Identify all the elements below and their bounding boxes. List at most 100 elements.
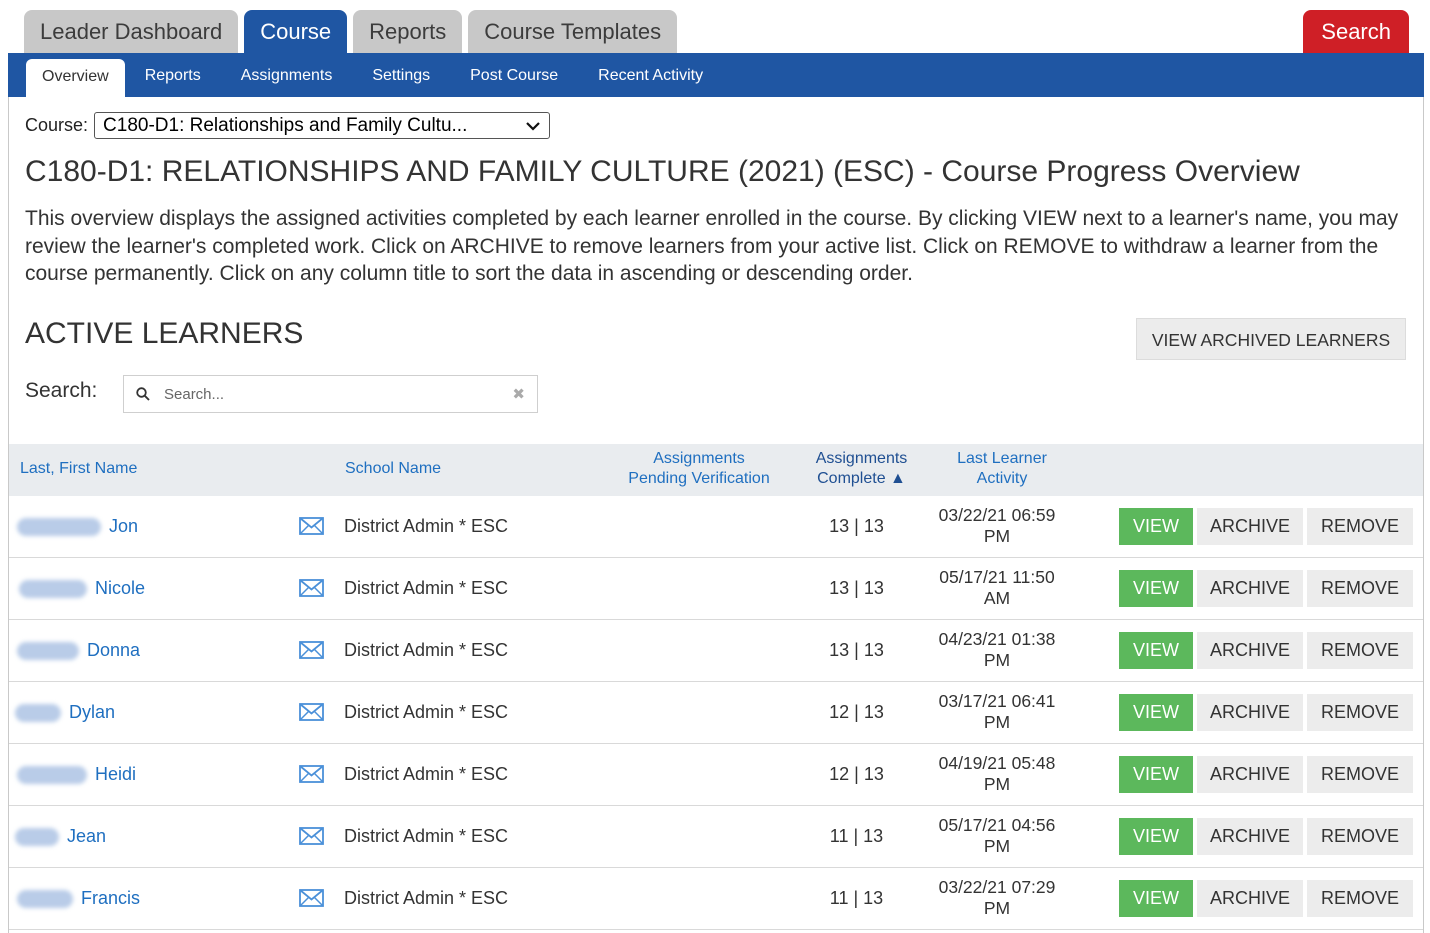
learner-first-name: Nicole: [95, 578, 146, 598]
search-placeholder: Search...: [164, 385, 225, 403]
school-name: District Admin * ESC: [344, 826, 509, 846]
last-activity: 03/22/21 07:29 PM: [938, 877, 1056, 918]
table-row: Nicole District Admin * ESC 13 | 13 05/1…: [9, 558, 1423, 620]
last-activity: 03/17/21 06:41 PM: [938, 691, 1056, 732]
course-label: Course:: [25, 115, 89, 135]
column-pending-line2: Pending Verification: [628, 470, 770, 487]
view-button[interactable]: VIEW: [1119, 694, 1193, 731]
remove-button[interactable]: REMOVE: [1307, 508, 1413, 545]
learner-name-link[interactable]: Jon: [17, 496, 138, 557]
course-selector-row: Course: C180-D1: Relationships and Famil…: [25, 112, 551, 139]
last-activity: 04/23/21 01:38 PM: [938, 629, 1056, 670]
search-tab-button[interactable]: Search: [1303, 10, 1409, 54]
assignments-complete: 13 | 13: [829, 578, 884, 598]
school-name: District Admin * ESC: [344, 516, 509, 536]
column-complete[interactable]: Assignments Complete ▲: [799, 449, 924, 489]
archive-button[interactable]: ARCHIVE: [1197, 508, 1303, 545]
view-button[interactable]: VIEW: [1119, 632, 1193, 669]
mail-icon[interactable]: [299, 826, 324, 846]
view-button[interactable]: VIEW: [1119, 880, 1193, 917]
mail-icon[interactable]: [299, 702, 324, 722]
archive-button[interactable]: ARCHIVE: [1197, 570, 1303, 607]
tab-leader-dashboard[interactable]: Leader Dashboard: [24, 10, 239, 54]
mail-icon[interactable]: [299, 888, 324, 908]
table-row: Heidi District Admin * ESC 12 | 13 04/19…: [9, 744, 1423, 806]
chevron-down-icon: [526, 121, 540, 131]
learner-name-link[interactable]: Dylan: [15, 682, 115, 743]
column-school[interactable]: School Name: [345, 459, 441, 479]
tab-course[interactable]: Course: [244, 10, 348, 54]
table-header: Last, First Name School Name Assignments…: [9, 444, 1423, 496]
archive-button[interactable]: ARCHIVE: [1197, 880, 1303, 917]
table-row: Jon District Admin * ESC 13 | 13 03/22/2…: [9, 496, 1423, 558]
learner-name-link[interactable]: Francis: [17, 868, 140, 929]
course-select[interactable]: C180-D1: Relationships and Family Cultu.…: [94, 112, 551, 139]
column-activity-line1: Last Learner: [957, 450, 1047, 467]
search-icon: [136, 387, 150, 401]
archive-button[interactable]: ARCHIVE: [1197, 818, 1303, 855]
remove-button[interactable]: REMOVE: [1307, 756, 1413, 793]
last-activity: 04/19/21 05:48 PM: [938, 753, 1056, 794]
school-name: District Admin * ESC: [344, 764, 509, 784]
archive-button[interactable]: ARCHIVE: [1197, 694, 1303, 731]
subtab-reports[interactable]: Reports: [125, 59, 221, 93]
column-activity-line2: Activity: [976, 470, 1028, 487]
mail-icon[interactable]: [299, 764, 324, 784]
school-name: District Admin * ESC: [344, 888, 509, 908]
learner-first-name: Donna: [87, 640, 141, 660]
learner-name-link[interactable]: Jean: [15, 806, 106, 867]
clear-icon[interactable]: ✖: [512, 385, 525, 403]
subtab-overview[interactable]: Overview: [26, 59, 125, 97]
tab-course-templates[interactable]: Course Templates: [468, 10, 678, 54]
column-activity[interactable]: Last Learner Activity: [934, 449, 1070, 489]
assignments-complete: 12 | 13: [829, 702, 884, 722]
archive-button[interactable]: ARCHIVE: [1197, 756, 1303, 793]
subtab-assignments[interactable]: Assignments: [221, 59, 353, 93]
learner-first-name: Jon: [109, 516, 139, 536]
learner-name-link[interactable]: Donna: [17, 620, 140, 681]
remove-button[interactable]: REMOVE: [1307, 632, 1413, 669]
learner-first-name: Francis: [81, 888, 141, 908]
last-activity: 05/17/21 04:56 PM: [938, 815, 1056, 856]
school-name: District Admin * ESC: [344, 702, 509, 722]
subtab-settings[interactable]: Settings: [352, 59, 450, 93]
assignments-complete: 13 | 13: [829, 640, 884, 660]
school-name: District Admin * ESC: [344, 640, 509, 660]
tab-reports[interactable]: Reports: [353, 10, 463, 54]
page-title: C180-D1: RELATIONSHIPS AND FAMILY CULTUR…: [25, 155, 1300, 188]
search-label: Search:: [25, 379, 98, 402]
remove-button[interactable]: REMOVE: [1307, 570, 1413, 607]
learner-first-name: Heidi: [95, 764, 137, 784]
archive-button[interactable]: ARCHIVE: [1197, 632, 1303, 669]
view-button[interactable]: VIEW: [1119, 508, 1193, 545]
mail-icon[interactable]: [299, 640, 324, 660]
column-pending[interactable]: Assignments Pending Verification: [609, 449, 789, 489]
view-button[interactable]: VIEW: [1119, 570, 1193, 607]
assignments-complete: 11 | 13: [829, 888, 884, 908]
learner-name-link[interactable]: Nicole: [19, 558, 145, 619]
table-row: Donna District Admin * ESC 13 | 13 04/23…: [9, 620, 1423, 682]
learner-name-link[interactable]: Heidi: [17, 744, 136, 805]
remove-button[interactable]: REMOVE: [1307, 694, 1413, 731]
column-complete-line2: Complete ▲: [817, 470, 906, 487]
assignments-complete: 12 | 13: [829, 764, 884, 784]
mail-icon[interactable]: [299, 578, 324, 598]
view-archived-learners-button[interactable]: VIEW ARCHIVED LEARNERS: [1136, 318, 1406, 360]
main-tabs: Leader Dashboard Course Reports Course T…: [24, 10, 678, 54]
learner-first-name: Jean: [67, 826, 107, 846]
column-name[interactable]: Last, First Name: [20, 459, 137, 479]
view-button[interactable]: VIEW: [1119, 756, 1193, 793]
search-input[interactable]: Search... ✖: [123, 375, 538, 413]
last-activity: 05/17/21 11:50 AM: [939, 567, 1055, 608]
remove-button[interactable]: REMOVE: [1307, 880, 1413, 917]
column-complete-line1: Assignments: [815, 450, 908, 467]
table-row: Jean District Admin * ESC 11 | 13 05/17/…: [9, 806, 1423, 868]
assignments-complete: 11 | 13: [829, 826, 884, 846]
subtab-recent-activity[interactable]: Recent Activity: [578, 59, 723, 93]
mail-icon[interactable]: [299, 516, 324, 536]
learner-first-name: Dylan: [69, 702, 116, 722]
remove-button[interactable]: REMOVE: [1307, 818, 1413, 855]
subtab-post-course[interactable]: Post Course: [450, 59, 578, 93]
intro-text: This overview displays the assigned acti…: [25, 207, 1399, 285]
view-button[interactable]: VIEW: [1119, 818, 1193, 855]
